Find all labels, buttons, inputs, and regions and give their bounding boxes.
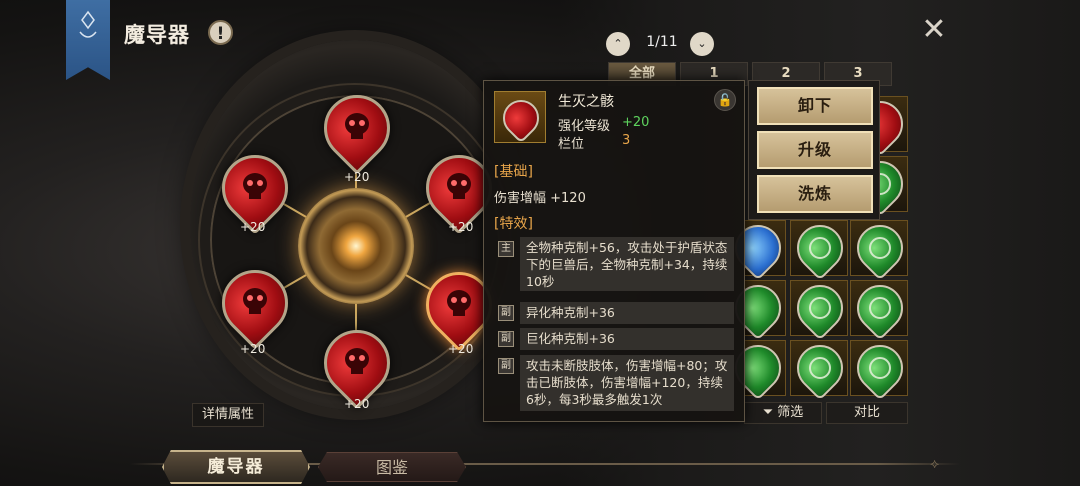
inventory-slot[interactable] [725, 215, 791, 281]
filter-label: 筛选 [777, 405, 804, 420]
emblem-icon [869, 357, 891, 379]
slot-value: 3 [622, 133, 631, 148]
sub-effect-tag: 副 [498, 305, 514, 321]
enhance-label: 强化等级 [558, 119, 611, 134]
skull-icon [243, 173, 267, 199]
slot-level-label: +20 [240, 342, 266, 356]
slot-label: 栏位 [558, 137, 585, 152]
effect-text: 全物种克制+56，攻击处于护盾状态下的巨兽后，全物种克制+34，持续10秒 [520, 237, 734, 291]
emblem-icon [809, 357, 831, 379]
skull-icon [447, 290, 471, 316]
filter-button[interactable]: ⏷ 筛选 [744, 402, 822, 424]
main-effect-tag: 主 [498, 241, 514, 257]
refine-button[interactable]: 洗炼 [757, 175, 873, 213]
tab-atlas[interactable]: 图鉴 [318, 452, 466, 482]
item-name: 生灭之骸 [558, 94, 614, 110]
emblem-icon [809, 297, 831, 319]
effect-text: 巨化种克制+36 [520, 328, 734, 350]
red-gem-icon [495, 92, 547, 144]
skull-icon [447, 173, 471, 199]
effect-text: 攻击未断肢肢体，伤害增幅+80；攻击已断肢体，伤害增幅+120，持续6秒，每3秒… [520, 355, 734, 411]
unequip-button[interactable]: 卸下 [757, 87, 873, 125]
next-page-button[interactable]: ⌄ [690, 32, 714, 56]
skull-icon [243, 288, 267, 314]
wheel-slot[interactable] [310, 316, 404, 410]
inventory-slot[interactable] [725, 275, 791, 341]
slot-level-label: +20 [344, 397, 370, 411]
sub-effect-tag: 副 [498, 358, 514, 374]
inventory-slot[interactable] [725, 335, 791, 401]
inventory-slot[interactable] [847, 335, 913, 401]
lock-icon[interactable]: 🔓 [714, 89, 736, 111]
page-count: 1/11 [646, 34, 678, 50]
effect-text: 异化种克制+36 [520, 302, 734, 324]
inventory-toolbar: ⏷ 筛选 对比 [744, 402, 908, 424]
compare-button[interactable]: 对比 [826, 402, 908, 424]
inventory-slot[interactable] [847, 215, 913, 281]
skull-icon [345, 113, 369, 139]
prev-page-button[interactable]: ⌃ [606, 32, 630, 56]
item-icon [494, 91, 547, 144]
slot-row: 栏位 3 [558, 133, 630, 152]
wheel-slot[interactable] [310, 81, 404, 175]
inventory-slot[interactable] [847, 275, 913, 341]
slot-level-label: +20 [448, 342, 474, 356]
upgrade-button[interactable]: 升级 [757, 131, 873, 169]
enhance-value: +20 [622, 115, 650, 130]
tab-magic-device[interactable]: 魔导器 [162, 450, 310, 484]
slot-level-label: +20 [448, 220, 474, 234]
wheel-slot[interactable] [208, 141, 302, 235]
effect-section-header: [特效] [494, 216, 533, 232]
emblem-icon [869, 237, 891, 259]
inventory-slot[interactable] [787, 215, 853, 281]
game-screen: 魔导器 ! ✕ +20 +20 +20 +20 +20 +20 详情属性 魔导器… [0, 0, 1080, 486]
inventory-slot[interactable] [787, 275, 853, 341]
basic-stat: 伤害增幅 +120 [494, 191, 586, 206]
page-navigator: ⌃ 1/11 ⌄ [606, 32, 716, 58]
ornament-icon: ⟡ [930, 456, 940, 472]
enhance-row: 强化等级 +20 [558, 115, 649, 134]
skull-icon [345, 348, 369, 374]
sub-effect-tag: 副 [498, 331, 514, 347]
wheel-core-icon [298, 188, 414, 304]
emblem-icon [809, 237, 831, 259]
slot-level-label: +20 [240, 220, 266, 234]
basic-section-header: [基础] [494, 164, 533, 180]
detail-attributes-button[interactable]: 详情属性 [192, 403, 264, 427]
emblem-icon [869, 297, 891, 319]
inventory-slot[interactable] [787, 335, 853, 401]
wheel-slot[interactable] [208, 256, 302, 350]
slot-level-label: +20 [344, 170, 370, 184]
action-menu: 卸下 升级 洗炼 [748, 80, 880, 220]
filter-icon: ⏷ [762, 405, 778, 420]
item-tooltip: 生灭之骸 🔓 强化等级 +20 栏位 3 [基础] 伤害增幅 +120 [特效]… [483, 80, 745, 422]
